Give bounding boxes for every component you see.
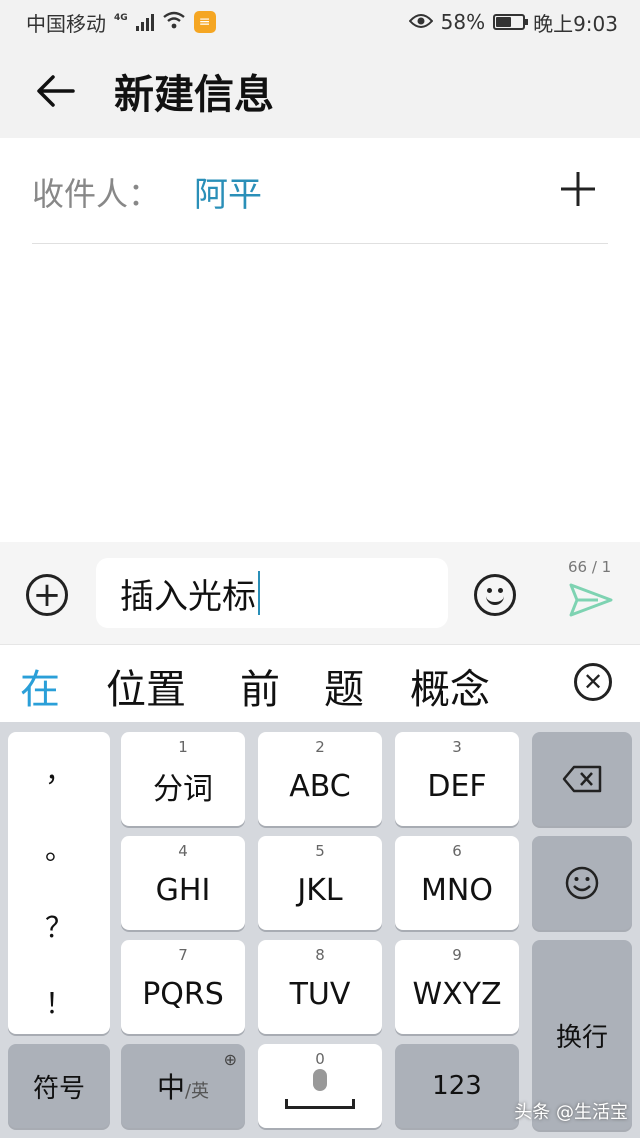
symbols-key[interactable]: 符号 (8, 1044, 110, 1128)
app-header: 新建信息 (0, 44, 640, 138)
battery-icon (493, 14, 529, 30)
punct-question[interactable]: ？ (8, 906, 110, 946)
candidate-item[interactable]: 位置 (106, 657, 186, 715)
backspace-icon (562, 765, 602, 793)
key-number: 3 (452, 738, 462, 756)
key-number: 8 (315, 946, 325, 964)
smiley-icon (565, 866, 599, 900)
spacebar-icon (285, 1099, 355, 1109)
numbers-label: 123 (432, 1071, 482, 1101)
close-candidates-button[interactable]: ✕ (574, 663, 612, 701)
key-number: 9 (452, 946, 462, 964)
send-icon[interactable] (568, 582, 614, 618)
key-8[interactable]: 8 TUV (258, 940, 382, 1034)
key-number: 6 (452, 842, 462, 860)
numbers-key[interactable]: 123 (395, 1044, 519, 1128)
key-2[interactable]: 2 ABC (258, 732, 382, 826)
back-button[interactable] (0, 44, 110, 138)
punctuation-column[interactable]: ， 。 ？ ！ (8, 732, 110, 1034)
emoji-key[interactable] (532, 836, 632, 930)
battery-percent: 58% (440, 10, 486, 34)
key-number: 4 (178, 842, 188, 860)
compose-bar: + 插入光标 66 / 1 (0, 542, 640, 644)
watermark: 头条 @生活宝 (514, 1102, 628, 1123)
symbols-label: 符号 (32, 1073, 85, 1104)
candidate-fade (530, 645, 574, 723)
key-7[interactable]: 7 PQRS (121, 940, 245, 1034)
candidate-item[interactable]: 前 (240, 657, 280, 715)
recipient-row[interactable]: 收件人： 阿平 (32, 140, 608, 244)
page-title: 新建信息 (114, 72, 274, 118)
lang-alt: /英 (184, 1081, 210, 1102)
key-label: TUV (289, 976, 351, 1012)
plus-icon (561, 171, 595, 206)
key-label: JKL (297, 872, 343, 908)
lang-main: 中 (156, 1071, 185, 1104)
arrow-left-icon (37, 75, 75, 107)
close-icon: ✕ (582, 668, 604, 696)
key-number: 2 (315, 738, 325, 756)
candidate-bar: 在 位置 前 题 概念 i ✕ (0, 644, 640, 723)
key-label: ABC (289, 768, 351, 804)
clock: 晚上9:03 (533, 11, 618, 36)
key-5[interactable]: 5 JKL (258, 836, 382, 930)
key-9[interactable]: 9 WXYZ (395, 940, 519, 1034)
key-label: 分词 (153, 772, 213, 807)
eye-icon (408, 10, 433, 34)
enter-label: 换行 (555, 1022, 608, 1053)
microphone-icon (313, 1069, 327, 1091)
recipient-name[interactable]: 阿平 (194, 167, 548, 216)
wifi-icon (162, 10, 186, 34)
key-label: DEF (427, 768, 487, 804)
candidate-item[interactable]: 在 (20, 657, 60, 715)
network-type: 4G (114, 13, 128, 23)
candidate-item[interactable]: 题 (324, 657, 364, 715)
key-number: 5 (315, 842, 325, 860)
language-switch-key[interactable]: ⊕ 中/英 (121, 1044, 245, 1128)
char-count: 66 / 1 (568, 558, 612, 576)
key-1[interactable]: 1 分词 (121, 732, 245, 826)
emoji-button[interactable] (474, 574, 516, 616)
keyboard: ， 。 ？ ！ 1 分词 2 ABC 3 DEF 4 GHI 5 JKL 6 M… (0, 722, 640, 1138)
key-6[interactable]: 6 MNO (395, 836, 519, 930)
status-bar: 中国移动 4G ≡ 58% 晚上9:03 (0, 0, 640, 44)
message-text: 插入光标 (120, 576, 256, 617)
add-recipient-button[interactable] (548, 164, 608, 220)
plus-circle-icon: + (32, 575, 62, 615)
carrier-label: 中国移动 (26, 11, 106, 36)
punct-comma[interactable]: ， (8, 750, 110, 790)
attach-button[interactable]: + (26, 574, 68, 616)
backspace-key[interactable] (532, 732, 632, 826)
key-label: GHI (155, 872, 211, 908)
key-4[interactable]: 4 GHI (121, 836, 245, 930)
space-number: 0 (315, 1050, 325, 1068)
signal-icon (135, 13, 154, 31)
message-input[interactable]: 插入光标 (96, 558, 448, 628)
key-number: 7 (178, 946, 188, 964)
key-label: MNO (421, 872, 493, 908)
key-label: WXYZ (412, 976, 502, 1012)
key-label: PQRS (142, 976, 224, 1012)
punct-period[interactable]: 。 (8, 828, 110, 868)
key-3[interactable]: 3 DEF (395, 732, 519, 826)
notification-app-icon: ≡ (193, 11, 216, 33)
recipient-label: 收件人： (32, 174, 161, 213)
candidate-item[interactable]: 概念 (410, 657, 490, 715)
text-cursor (258, 571, 260, 615)
globe-icon: ⊕ (223, 1050, 237, 1069)
key-number: 1 (178, 738, 188, 756)
punct-exclaim[interactable]: ！ (8, 982, 110, 1022)
space-key[interactable]: 0 (258, 1044, 382, 1128)
